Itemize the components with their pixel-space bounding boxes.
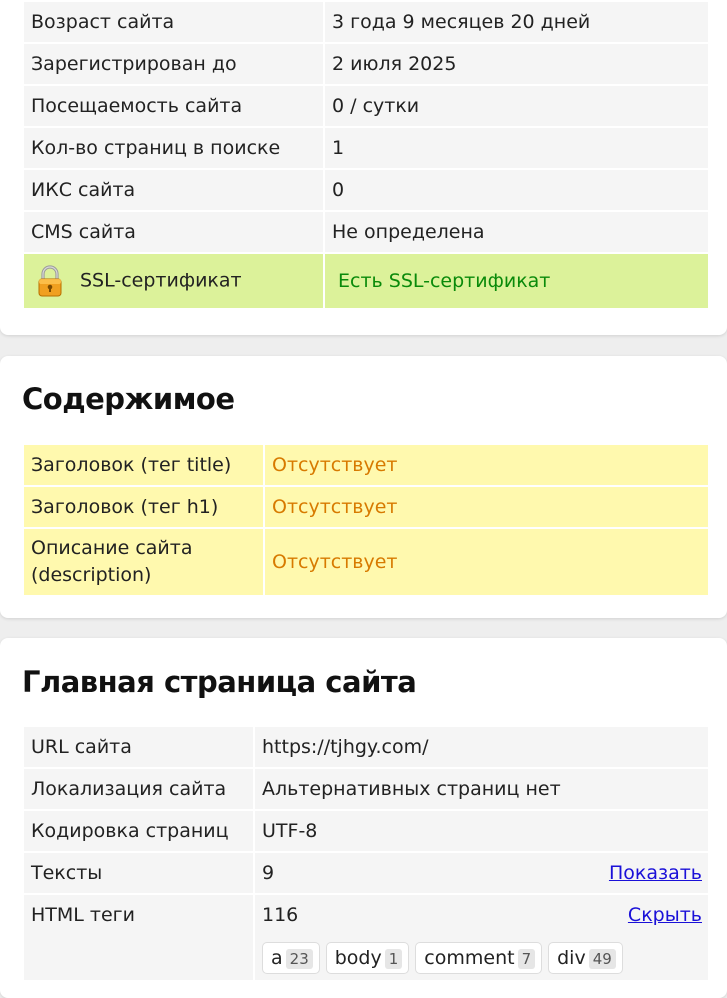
tag-count: 49	[588, 949, 616, 969]
row-value-cell: 9 Показать	[255, 853, 708, 893]
row-value: 2 июля 2025	[325, 44, 708, 84]
row-value: 9	[262, 862, 275, 884]
row-label: ИКС сайта	[24, 170, 325, 210]
tag-name: a	[271, 947, 283, 969]
homepage-table: URL сайта https://tjhgy.com/ Локализация…	[24, 725, 708, 982]
table-row: Описание сайта (description) Отсутствует	[24, 529, 708, 595]
tag-chip[interactable]: div 49	[548, 942, 623, 974]
row-value: Отсутствует	[265, 529, 708, 595]
section-title: Главная страница сайта	[22, 665, 417, 699]
row-label: Посещаемость сайта	[24, 86, 325, 126]
row-value: https://tjhgy.com/	[255, 727, 708, 767]
row-value: 1	[325, 128, 708, 168]
row-value-cell: 116 Скрыть a 23 body 1 comment 7 div 49	[255, 895, 708, 980]
html-tags-list: a 23 body 1 comment 7 div 49	[262, 942, 701, 980]
tag-count: 1	[384, 949, 403, 969]
row-value: 3 года 9 месяцев 20 дней	[325, 2, 708, 42]
tag-count: 23	[285, 949, 313, 969]
row-label: Заголовок (тег title)	[24, 445, 265, 485]
content-card: Содержимое Заголовок (тег title) Отсутст…	[0, 356, 727, 618]
tag-chip[interactable]: a 23	[262, 942, 320, 974]
table-row: Заголовок (тег title) Отсутствует	[24, 445, 708, 485]
hide-tags-link[interactable]: Скрыть	[628, 904, 702, 926]
padlock-icon	[34, 264, 66, 298]
row-value: 0	[325, 170, 708, 210]
table-row: CMS сайта Не определена	[24, 212, 708, 252]
row-label: Тексты	[24, 853, 255, 893]
row-label: Кол-во страниц в поиске	[24, 128, 325, 168]
row-value: Отсутствует	[265, 487, 708, 527]
row-value: 116	[262, 904, 299, 926]
ssl-label: SSL-сертификат	[80, 269, 242, 292]
ssl-label-cell: SSL-сертификат	[24, 254, 325, 308]
row-value: UTF-8	[255, 811, 708, 851]
table-row: Кол-во страниц в поиске 1	[24, 128, 708, 168]
table-row: Возраст сайта 3 года 9 месяцев 20 дней	[24, 2, 708, 42]
row-label: URL сайта	[24, 727, 255, 767]
row-value: 0 / сутки	[325, 86, 708, 126]
table-row: ИКС сайта 0	[24, 170, 708, 210]
row-label: Возраст сайта	[24, 2, 325, 42]
row-label: Заголовок (тег h1)	[24, 487, 265, 527]
tag-name: body	[334, 947, 382, 969]
tag-name: div	[557, 947, 586, 969]
content-table: Заголовок (тег title) Отсутствует Заголо…	[24, 443, 708, 597]
tag-name: comment	[424, 947, 515, 969]
homepage-card: Главная страница сайта URL сайта https:/…	[0, 638, 727, 998]
row-value: Не определена	[325, 212, 708, 252]
row-label: CMS сайта	[24, 212, 325, 252]
table-row: URL сайта https://tjhgy.com/	[24, 727, 708, 767]
row-label: HTML теги	[24, 895, 255, 980]
row-label: Локализация сайта	[24, 769, 255, 809]
table-row: Кодировка страниц UTF-8	[24, 811, 708, 851]
table-row: Зарегистрирован до 2 июля 2025	[24, 44, 708, 84]
table-row: Тексты 9 Показать	[24, 853, 708, 893]
domain-info-card: Возраст сайта 3 года 9 месяцев 20 дней З…	[0, 0, 727, 335]
section-title: Содержимое	[22, 382, 235, 416]
ssl-row: SSL-сертификат Есть SSL-сертификат	[24, 254, 708, 308]
table-row: Локализация сайта Альтернативных страниц…	[24, 769, 708, 809]
table-row: Посещаемость сайта 0 / сутки	[24, 86, 708, 126]
row-label: Описание сайта (description)	[24, 529, 265, 595]
domain-info-table: Возраст сайта 3 года 9 месяцев 20 дней З…	[24, 0, 708, 310]
row-value: Отсутствует	[265, 445, 708, 485]
tag-count: 7	[517, 949, 536, 969]
row-label: Зарегистрирован до	[24, 44, 325, 84]
row-value: Альтернативных страниц нет	[255, 769, 708, 809]
ssl-value: Есть SSL-сертификат	[325, 254, 708, 308]
tag-chip[interactable]: body 1	[325, 942, 410, 974]
table-row: HTML теги 116 Скрыть a 23 body 1 comment 7 div…	[24, 895, 708, 980]
table-row: Заголовок (тег h1) Отсутствует	[24, 487, 708, 527]
tag-chip[interactable]: comment 7	[415, 942, 543, 974]
show-texts-link[interactable]: Показать	[609, 862, 702, 884]
row-label: Кодировка страниц	[24, 811, 255, 851]
